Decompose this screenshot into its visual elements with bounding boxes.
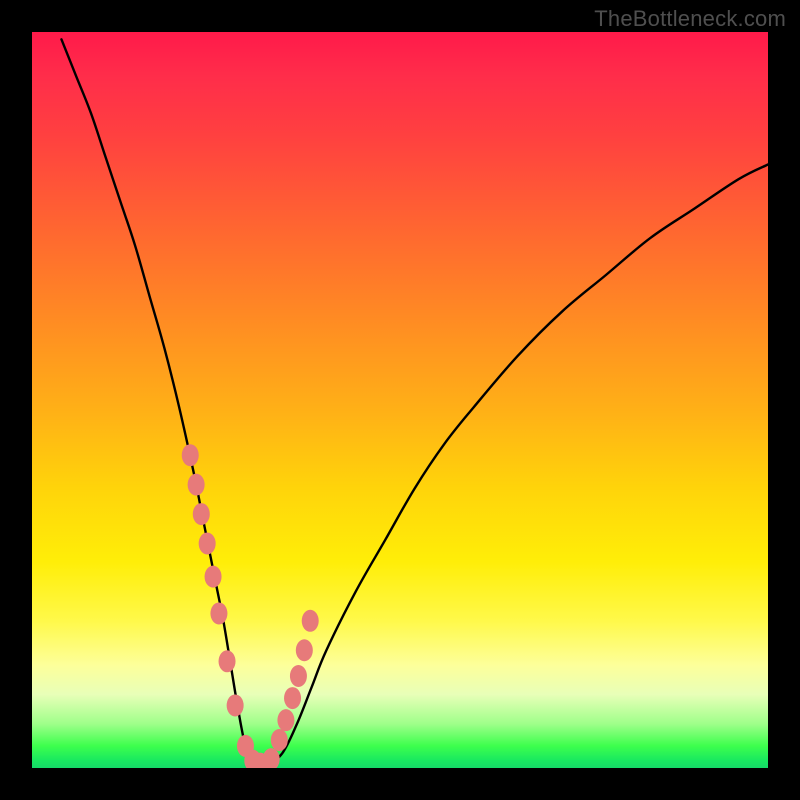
curve-marker — [284, 687, 301, 709]
curve-marker — [193, 503, 210, 525]
curve-marker — [271, 729, 288, 751]
curve-marker — [188, 474, 205, 496]
curve-marker — [302, 610, 319, 632]
chart-frame: TheBottleneck.com — [0, 0, 800, 800]
curve-marker — [277, 709, 294, 731]
curve-marker — [263, 748, 280, 768]
curve-layer — [32, 32, 768, 768]
curve-marker — [205, 566, 222, 588]
curve-marker — [182, 444, 199, 466]
curve-marker — [296, 639, 313, 661]
plot-area — [32, 32, 768, 768]
watermark-text: TheBottleneck.com — [594, 6, 786, 32]
curve-marker — [290, 665, 307, 687]
curve-marker — [227, 694, 244, 716]
curve-marker — [219, 650, 236, 672]
bottleneck-curve — [61, 39, 768, 765]
curve-marker — [210, 602, 227, 624]
curve-marker — [199, 533, 216, 555]
